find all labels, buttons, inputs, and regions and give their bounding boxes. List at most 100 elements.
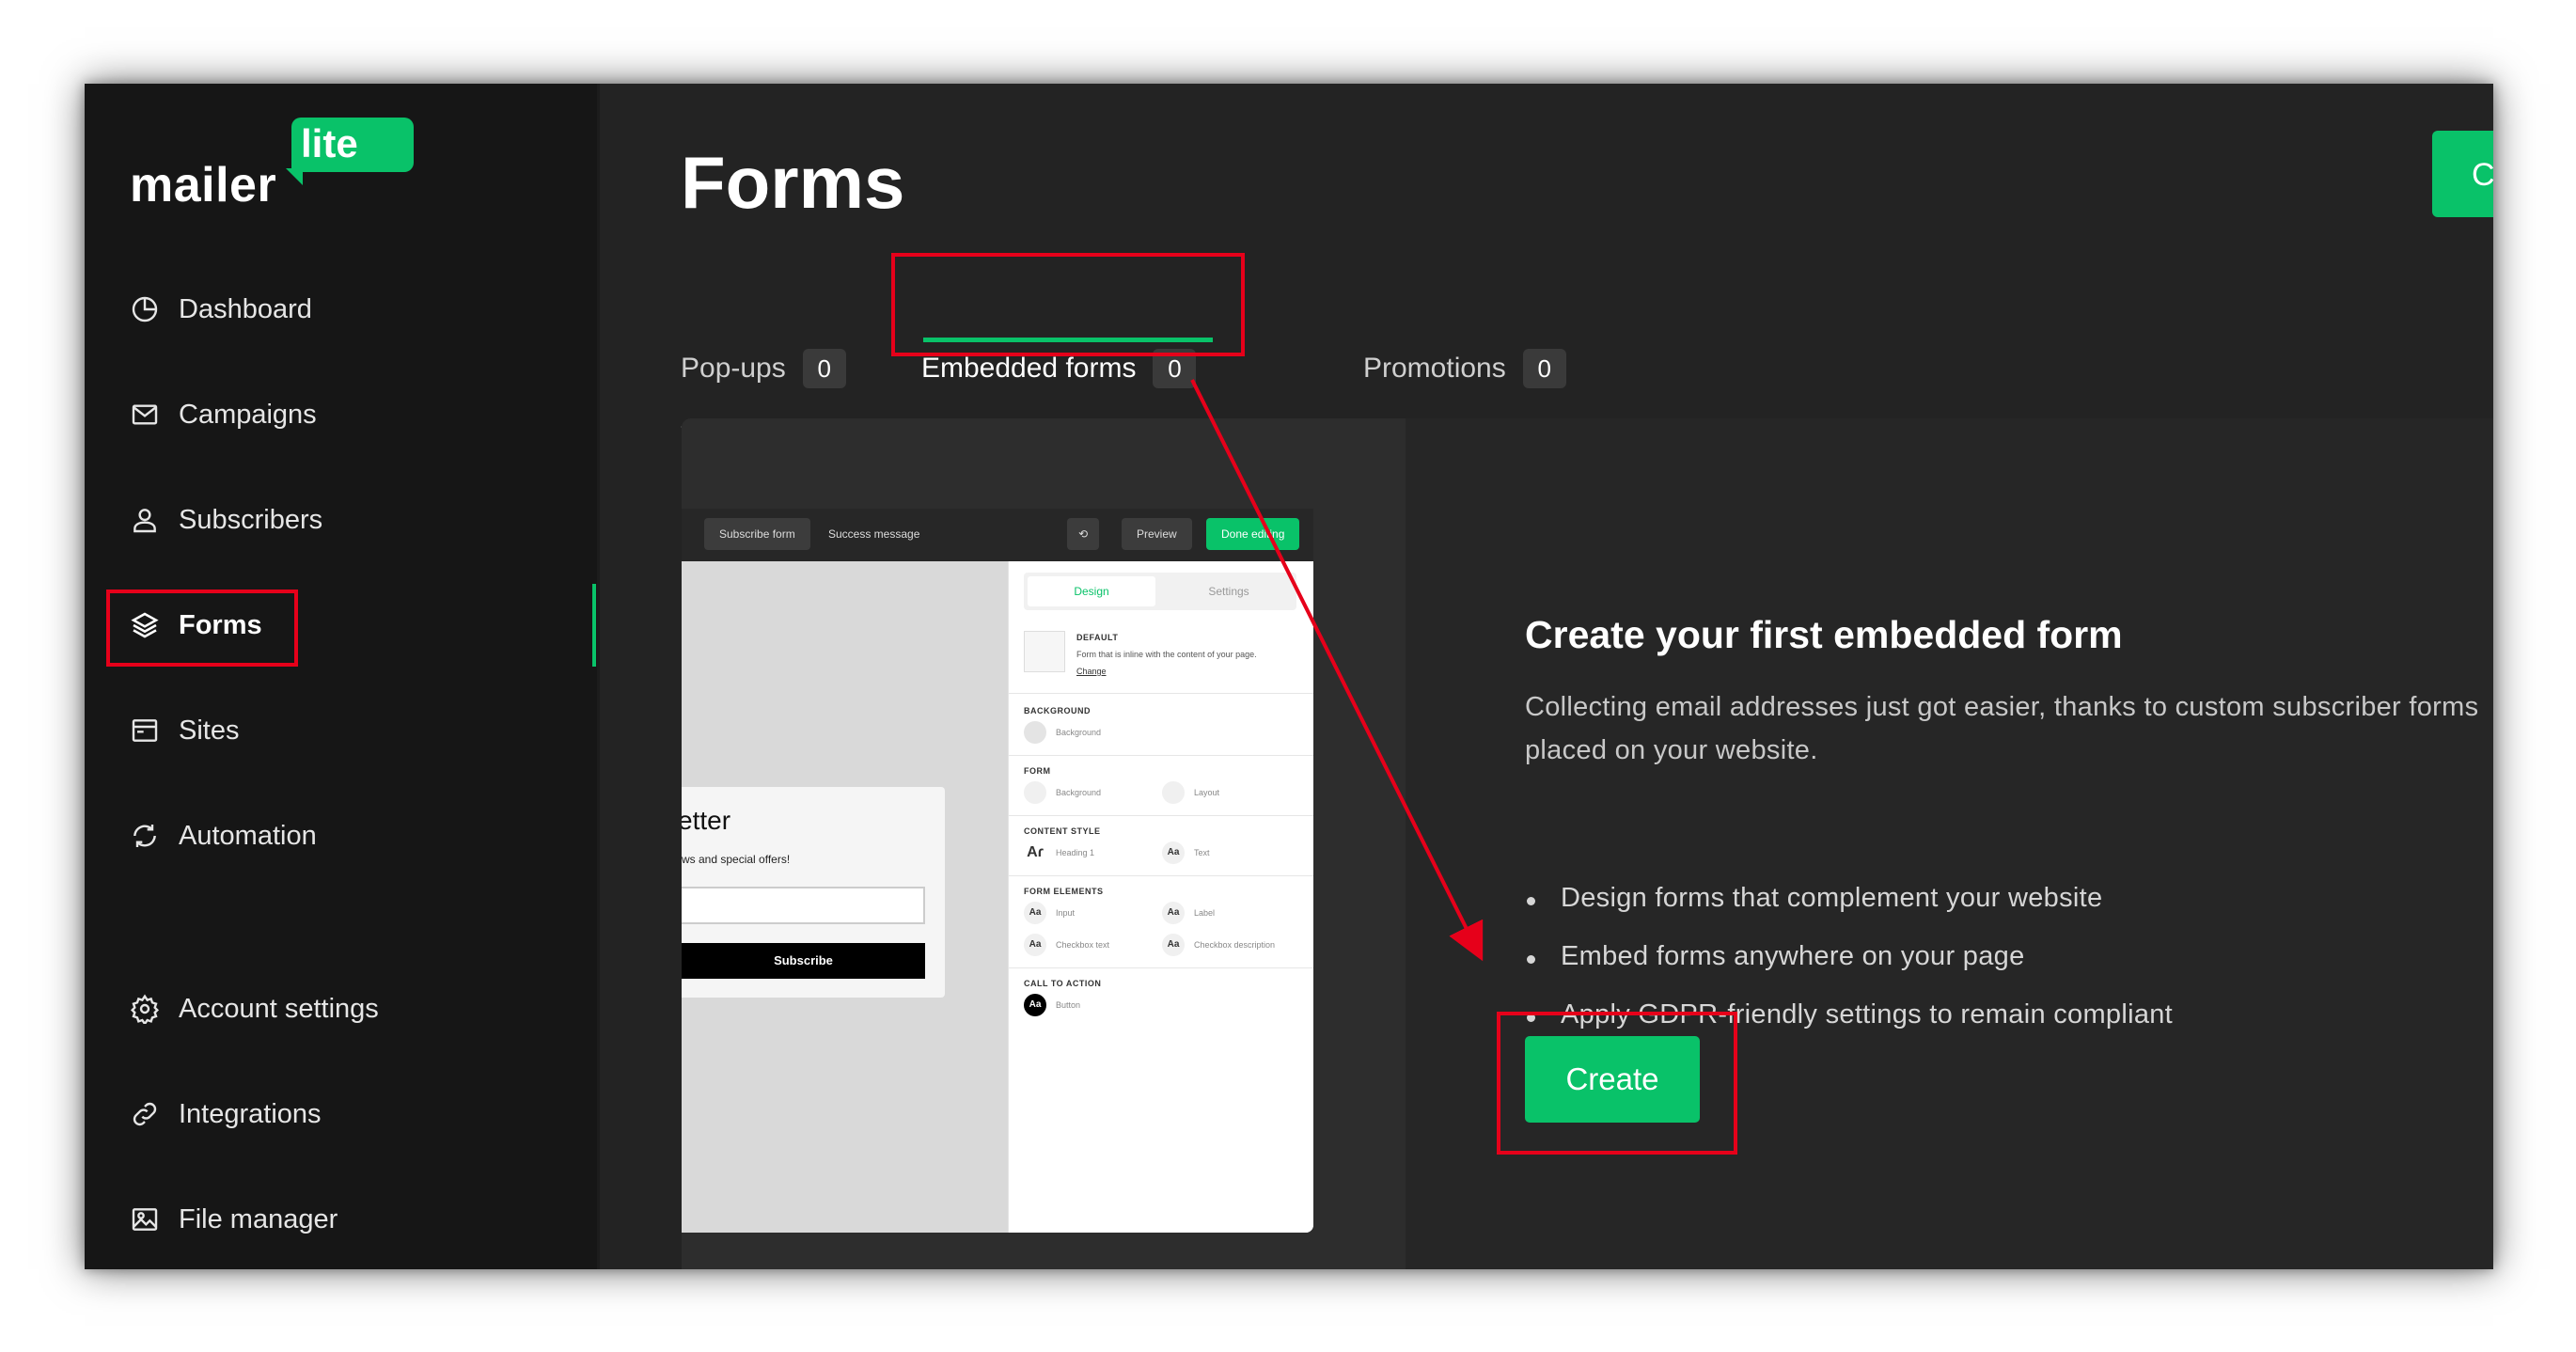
row-label: Checkbox description [1194,940,1276,950]
layers-icon [131,612,159,638]
color-swatch-icon [1162,781,1185,804]
success-message-chip: Success message [828,527,920,541]
form-section-title: FORM [1024,766,1051,776]
content-style-section-title: CONTENT STYLE [1024,826,1101,836]
font-style-icon: Aa [1024,934,1046,956]
divider [1009,815,1313,816]
sidebar-item-label: Forms [179,609,262,640]
sidebar-item-label: Account settings [179,993,379,1024]
sidebar-item-forms[interactable]: Forms [130,597,262,653]
button-style-icon: Aa [1024,994,1046,1016]
logo-badge-text: lite [301,121,358,165]
sidebar-item-dashboard[interactable]: Dashboard [130,281,312,338]
background-row: Background [1024,721,1101,744]
font-style-icon: Aa [1024,902,1046,924]
tab-embedded-forms[interactable]: Embedded forms 0 [921,349,1197,388]
active-nav-indicator [592,584,596,667]
feature-list: Design forms that complement your websit… [1525,883,2173,1058]
list-item: Embed forms anywhere on your page [1525,941,2173,999]
create-button[interactable]: Create [1525,1036,1700,1123]
empty-state-title: Create your first embedded form [1525,613,2123,656]
app-window: mailer lite Dashboard Campaigns Subscrib… [85,84,2493,1269]
tab-count: 0 [802,349,846,388]
sidebar-divider [597,84,600,1269]
editor-settings-panel: Design Settings DEFAULT Form that is inl… [1008,561,1313,1233]
tab-popups[interactable]: Pop-ups 0 [681,349,846,388]
row-label: Layout [1194,788,1220,797]
font-style-icon: Aa [1162,934,1185,956]
form-editor-preview: Subscribe form Success message ⟲ Preview… [682,509,1313,1233]
sample-form-heading: etter [682,806,731,835]
create-form-top-button[interactable]: C [2432,131,2493,217]
sidebar-item-label: File manager [179,1203,338,1234]
sidebar-item-sites[interactable]: Sites [130,702,239,759]
dashboard-icon [132,296,158,322]
sidebar-item-label: Sites [179,715,240,746]
checkbox-text-row: Aa Checkbox text [1024,934,1109,956]
empty-state-card: Subscribe form Success message ⟲ Preview… [682,418,2493,1269]
sidebar-item-integrations[interactable]: Integrations [130,1086,322,1142]
editor-tab-settings: Settings [1208,585,1249,598]
sidebar-item-label: Integrations [179,1098,322,1129]
cta-section-title: CALL TO ACTION [1024,979,1102,988]
tab-label: Embedded forms [921,353,1137,384]
logo-word: mailer [130,158,277,212]
image-icon [132,1208,158,1231]
color-swatch-icon [1024,721,1046,744]
form-elements-section-title: FORM ELEMENTS [1024,887,1104,896]
sample-form-subheading: ws and special offers! [682,853,791,866]
editor-panel-tabs: Design Settings [1024,573,1296,610]
sidebar-item-subscribers[interactable]: Subscribers [130,492,322,548]
envelope-icon [132,404,158,425]
sample-subscribe-button: Subscribe [682,943,925,979]
list-item: Design forms that complement your websit… [1525,883,2173,941]
row-label: Button [1056,1000,1081,1010]
form-layout-row: Layout [1162,781,1219,804]
link-icon [133,1102,157,1126]
background-section-title: BACKGROUND [1024,706,1091,715]
editor-toolbar: Subscribe form Success message ⟲ Preview… [682,509,1313,561]
sidebar-item-label: Dashboard [179,293,312,324]
button-style-row: Aa Button [1024,994,1080,1016]
label-style-row: Aa Label [1162,902,1215,924]
user-icon [134,509,156,533]
color-swatch-icon [1024,781,1046,804]
sidebar-item-campaigns[interactable]: Campaigns [130,386,317,443]
row-label: Background [1056,728,1102,737]
sample-form: etter ws and special offers! Subscribe [682,787,945,998]
done-editing-chip: Done editing [1206,518,1300,550]
divider [1009,693,1313,694]
gear-icon [130,994,160,1024]
checkbox-description-row: Aa Checkbox description [1162,934,1275,956]
tab-promotions[interactable]: Promotions 0 [1363,349,1566,388]
preview-chip: Preview [1122,518,1192,550]
text-style-row: Aa Text [1162,841,1210,864]
sidebar-item-file-manager[interactable]: File manager [130,1191,338,1248]
sidebar-item-account-settings[interactable]: Account settings [130,981,379,1037]
form-background-row: Background [1024,781,1101,804]
refresh-icon [134,825,156,847]
sidebar-item-automation[interactable]: Automation [130,808,317,864]
active-tab-underline [923,338,1213,342]
font-style-icon: Aa [1162,902,1185,924]
heading-style-row: Aɾ Heading 1 [1024,841,1094,864]
undo-icon: ⟲ [1067,518,1100,550]
layout-thumbnail [1024,631,1065,672]
page-title: Forms [681,141,905,224]
browser-icon [132,719,158,742]
tab-count: 0 [1522,349,1566,388]
row-label: Checkbox text [1056,940,1110,950]
heading-style-icon: Aɾ [1027,844,1044,860]
sidebar-item-label: Automation [179,820,317,851]
divider [1009,875,1313,876]
row-label: Label [1194,908,1216,918]
row-label: Background [1056,788,1102,797]
row-label: Text [1194,848,1210,857]
sidebar-item-label: Campaigns [179,399,317,430]
default-description: Form that is inline with the content of … [1076,650,1257,659]
logo-badge: lite [286,118,414,185]
sidebar-item-label: Subscribers [179,504,323,535]
tab-count: 0 [1153,349,1197,388]
default-change-link: Change [1076,667,1107,676]
default-section-title: DEFAULT [1076,633,1119,642]
